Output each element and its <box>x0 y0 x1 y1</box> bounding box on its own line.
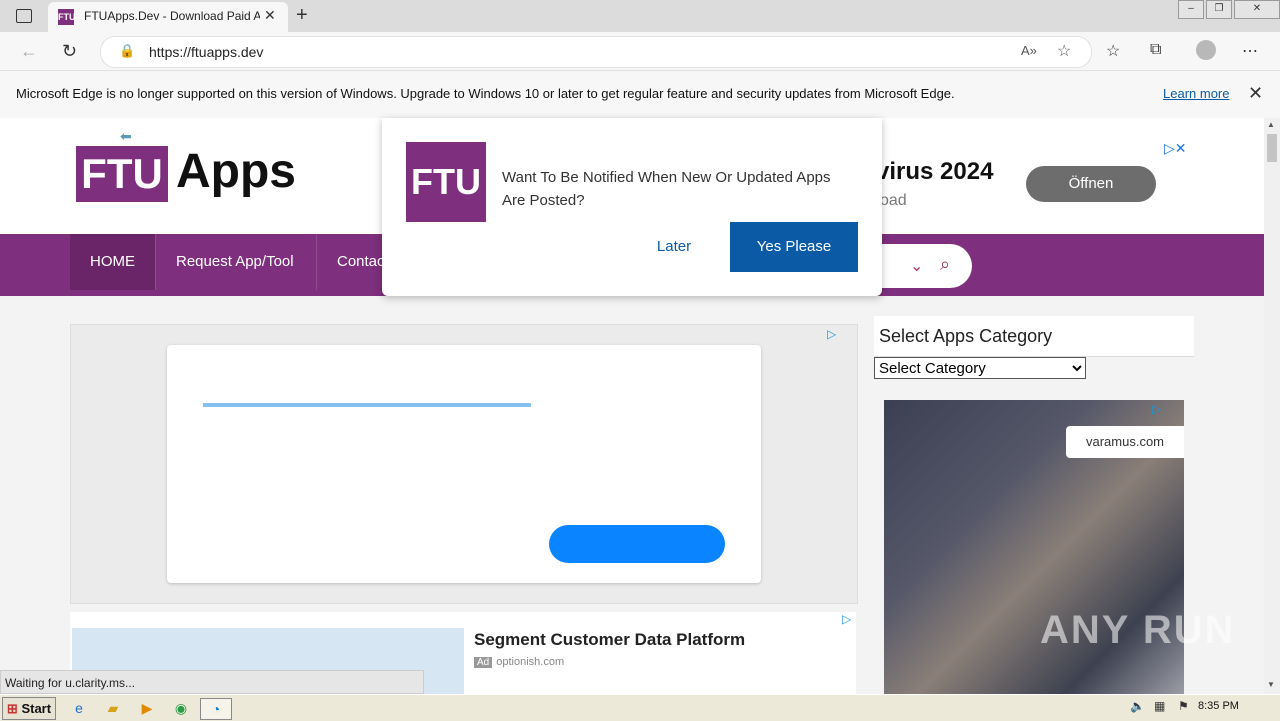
adchoices-icon[interactable]: ▷ <box>827 327 836 341</box>
refresh-icon[interactable]: ↻ <box>62 41 77 62</box>
clock[interactable]: 8:35 PM <box>1198 700 1239 712</box>
ad-card <box>167 345 761 583</box>
ad-source: Ad optionish.com <box>474 656 564 668</box>
tab-favicon-icon: FTU <box>58 9 76 25</box>
header-ad-title: virus 2024 <box>876 158 994 185</box>
scroll-thumb[interactable] <box>1267 134 1277 162</box>
logo-ftu: FTU <box>76 146 168 202</box>
tab-close-icon[interactable]: ✕ <box>264 7 276 24</box>
minimize-icon[interactable]: – <box>1178 0 1204 19</box>
sidebar-title: Select Apps Category <box>879 326 1053 346</box>
volume-icon[interactable]: 🔈 <box>1130 699 1145 713</box>
tab-title: FTUApps.Dev - Download Paid A <box>84 9 260 23</box>
scroll-up-icon[interactable]: ▲ <box>1267 120 1275 129</box>
url-text[interactable]: https://ftuapps.dev <box>149 44 263 60</box>
later-button[interactable]: Later <box>638 222 710 272</box>
favorites-icon[interactable]: ☆ <box>1106 41 1120 61</box>
category-select[interactable]: Select Category <box>874 357 1086 379</box>
new-tab-icon[interactable]: + <box>296 4 308 27</box>
sidebar-widget: Select Apps Category <box>874 316 1194 357</box>
collections-icon[interactable]: ⧉ <box>1150 41 1161 59</box>
adchoices-icon[interactable]: ▷ <box>842 612 851 626</box>
site-logo[interactable]: ⬅ FTU Apps <box>76 128 296 218</box>
add-favorite-icon[interactable]: ☆ <box>1057 41 1071 61</box>
ad-loading-line <box>203 403 531 407</box>
infobar-message: Microsoft Edge is no longer supported on… <box>16 86 955 101</box>
nav-home[interactable]: HOME <box>70 234 155 290</box>
address-bar[interactable]: 🔒 https://ftuapps.dev A» ☆ <box>100 36 1092 68</box>
tab-actions-icon[interactable] <box>16 9 32 23</box>
start-button[interactable]: ⊞ Start <box>2 697 56 720</box>
logo-arrow-icon: ⬅ <box>120 128 132 144</box>
watermark-logo: ANY RUN <box>1040 608 1236 652</box>
start-label: Start <box>21 701 52 716</box>
ad-source-domain: optionish.com <box>496 656 565 668</box>
scroll-down-icon[interactable]: ▼ <box>1267 680 1275 689</box>
back-icon[interactable]: ← <box>20 41 38 62</box>
explorer-icon[interactable]: ▰ <box>102 698 124 718</box>
main-ad[interactable]: ▷ <box>70 324 858 604</box>
logo-apps: Apps <box>176 145 296 198</box>
read-aloud-icon[interactable]: A» <box>1021 43 1037 58</box>
adchoices-icon[interactable]: ▷ <box>1152 402 1161 416</box>
profile-icon[interactable] <box>1196 40 1216 60</box>
windows-logo-icon: ⊞ <box>6 701 18 716</box>
tab-strip: FTU FTUApps.Dev - Download Paid A ✕ + – … <box>0 0 1280 32</box>
ad-badge: Ad <box>474 657 493 668</box>
lock-icon[interactable]: 🔒 <box>119 43 135 59</box>
nav-request-app[interactable]: Request App/Tool <box>155 234 314 290</box>
ad-title: Segment Customer Data Platform <box>474 630 746 649</box>
window-controls: – ❐ ✕ <box>1176 0 1280 20</box>
header-ad-banner[interactable]: virus 2024 oad Öffnen ▷✕ <box>876 140 1188 218</box>
search-icon[interactable]: ⌕ <box>940 254 950 275</box>
header-ad-open-button[interactable]: Öffnen <box>1026 166 1156 202</box>
learn-more-link[interactable]: Learn more <box>1163 86 1229 101</box>
popup-message: Want To Be Notified When New Or Updated … <box>502 169 831 209</box>
flag-icon[interactable]: ⚑ <box>1178 699 1189 713</box>
browser-toolbar: ← ↻ 🔒 https://ftuapps.dev A» ☆ ☆ ⧉ ⋯ <box>0 32 1280 70</box>
side-ad-label: varamus.com <box>1066 426 1184 458</box>
more-icon[interactable]: ⋯ <box>1242 41 1258 61</box>
network-icon[interactable]: ▦ <box>1154 699 1165 713</box>
status-text: Waiting for u.clarity.ms... <box>0 670 424 694</box>
chrome-icon[interactable]: ◉ <box>170 698 192 718</box>
window-close-icon[interactable]: ✕ <box>1234 0 1280 19</box>
edge-icon[interactable]: ◔ <box>200 698 232 720</box>
yes-please-button[interactable]: Yes Please <box>730 222 858 272</box>
ie-icon[interactable]: e <box>68 698 90 718</box>
adchoices-icon[interactable]: ▷✕ <box>1164 140 1187 157</box>
notification-prompt: FTU Want To Be Notified When New Or Upda… <box>382 118 882 296</box>
infobar-close-icon[interactable]: ✕ <box>1248 83 1263 104</box>
restore-icon[interactable]: ❐ <box>1206 0 1232 19</box>
page-scrollbar[interactable]: ▲ ▼ <box>1264 118 1280 694</box>
popup-logo: FTU <box>406 142 486 222</box>
browser-tab[interactable]: FTU FTUApps.Dev - Download Paid A ✕ <box>48 2 288 32</box>
unsupported-os-infobar: Microsoft Edge is no longer supported on… <box>0 70 1280 119</box>
ad-cta-button[interactable] <box>549 525 725 563</box>
media-player-icon[interactable]: ▶ <box>136 698 158 718</box>
taskbar: ⊞ Start e ▰ ▶ ◉ ◔ 🔈 ▦ ⚑ 8:35 PM <box>0 694 1280 721</box>
header-ad-subtitle: oad <box>880 192 907 209</box>
chevron-down-icon[interactable]: ⌄ <box>910 256 923 276</box>
